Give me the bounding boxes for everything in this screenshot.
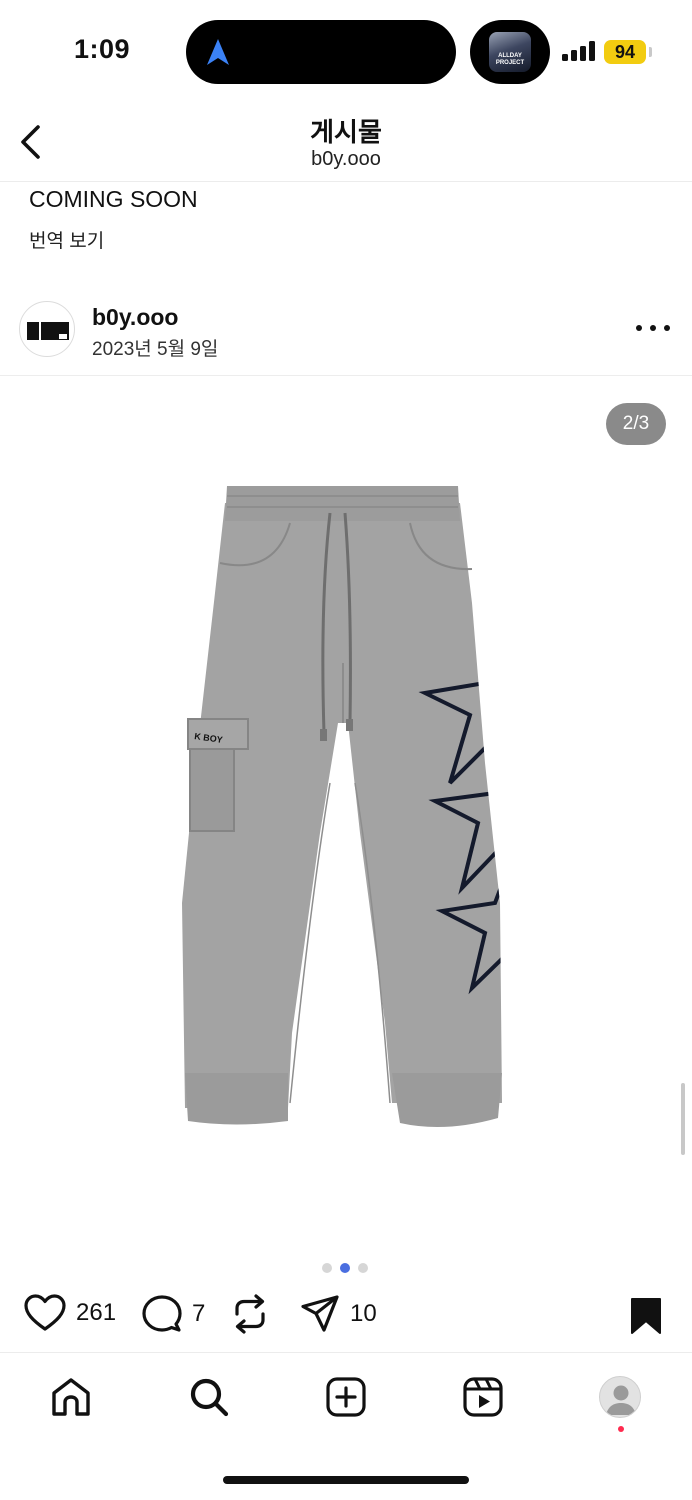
share-button[interactable]: 10 (300, 1294, 377, 1334)
more-options-button[interactable] (636, 320, 670, 336)
status-bar: 1:09 ALLDAY PROJECT 94 (0, 0, 692, 100)
bookmark-filled-icon (631, 1298, 661, 1334)
save-button[interactable] (630, 1297, 662, 1340)
battery-nub (649, 47, 652, 57)
post-author-avatar[interactable] (19, 301, 75, 357)
like-count: 261 (76, 1299, 117, 1326)
dot-icon (650, 325, 656, 331)
tab-create[interactable] (324, 1375, 368, 1419)
share-count: 10 (350, 1300, 377, 1327)
comment-count: 7 (192, 1300, 206, 1327)
battery-level: 94 (604, 40, 646, 64)
send-icon (301, 1295, 339, 1332)
post-author-username[interactable]: b0y.ooo (92, 304, 178, 331)
page-title: 게시물 (310, 117, 382, 147)
see-translation-link[interactable]: 번역 보기 (29, 226, 104, 253)
post-header: b0y.ooo 2023년 5월 9일 (0, 296, 692, 376)
tab-profile[interactable] (598, 1375, 642, 1419)
like-button[interactable]: 261 (24, 1294, 116, 1332)
create-plus-icon (326, 1377, 366, 1417)
tab-search[interactable] (187, 1375, 231, 1419)
bottom-tab-bar (0, 1352, 692, 1444)
product-image-sweatpants: K BOY (182, 486, 502, 1127)
home-icon (52, 1378, 90, 1416)
person-silhouette-icon (606, 1385, 636, 1415)
post-actions: 261 7 10 (0, 1288, 692, 1344)
post-media-carousel[interactable]: 2/3 K BOY (0, 377, 692, 1257)
carousel-dot (322, 1263, 332, 1273)
page-subtitle-username[interactable]: b0y.ooo (0, 148, 692, 171)
carousel-dot-active (340, 1263, 350, 1273)
tab-reels[interactable] (461, 1375, 505, 1419)
profile-notification-dot (618, 1426, 624, 1432)
dot-icon (664, 325, 670, 331)
comment-button[interactable]: 7 (142, 1294, 205, 1334)
repost-button[interactable] (231, 1294, 269, 1334)
brand-logo-icon (27, 322, 69, 340)
status-time: 1:09 (74, 34, 131, 64)
carousel-indicator (322, 1263, 368, 1273)
album-art: ALLDAY PROJECT (489, 32, 531, 72)
heart-icon (24, 1294, 66, 1331)
cellular-signal-icon (562, 41, 595, 61)
now-playing-island[interactable]: ALLDAY PROJECT (470, 20, 550, 84)
carousel-dot (358, 1263, 368, 1273)
reels-icon (463, 1377, 503, 1417)
tab-home[interactable] (49, 1375, 93, 1419)
media-counter-badge: 2/3 (606, 403, 666, 445)
page-scrollbar[interactable] (681, 1083, 685, 1155)
home-indicator[interactable] (223, 1476, 469, 1484)
post-date: 2023년 5월 9일 (92, 339, 219, 360)
previous-post-caption: COMING SOON (29, 186, 198, 212)
album-art-text: ALLDAY PROJECT (495, 53, 525, 66)
search-icon (190, 1378, 229, 1417)
top-navigation: 게시물 b0y.ooo (0, 100, 692, 182)
profile-avatar (599, 1376, 641, 1418)
navigation-arrow-icon (207, 39, 229, 65)
dot-icon (636, 325, 642, 331)
repost-icon (235, 1294, 265, 1334)
dynamic-island[interactable] (186, 20, 456, 84)
comment-icon (142, 1295, 182, 1332)
